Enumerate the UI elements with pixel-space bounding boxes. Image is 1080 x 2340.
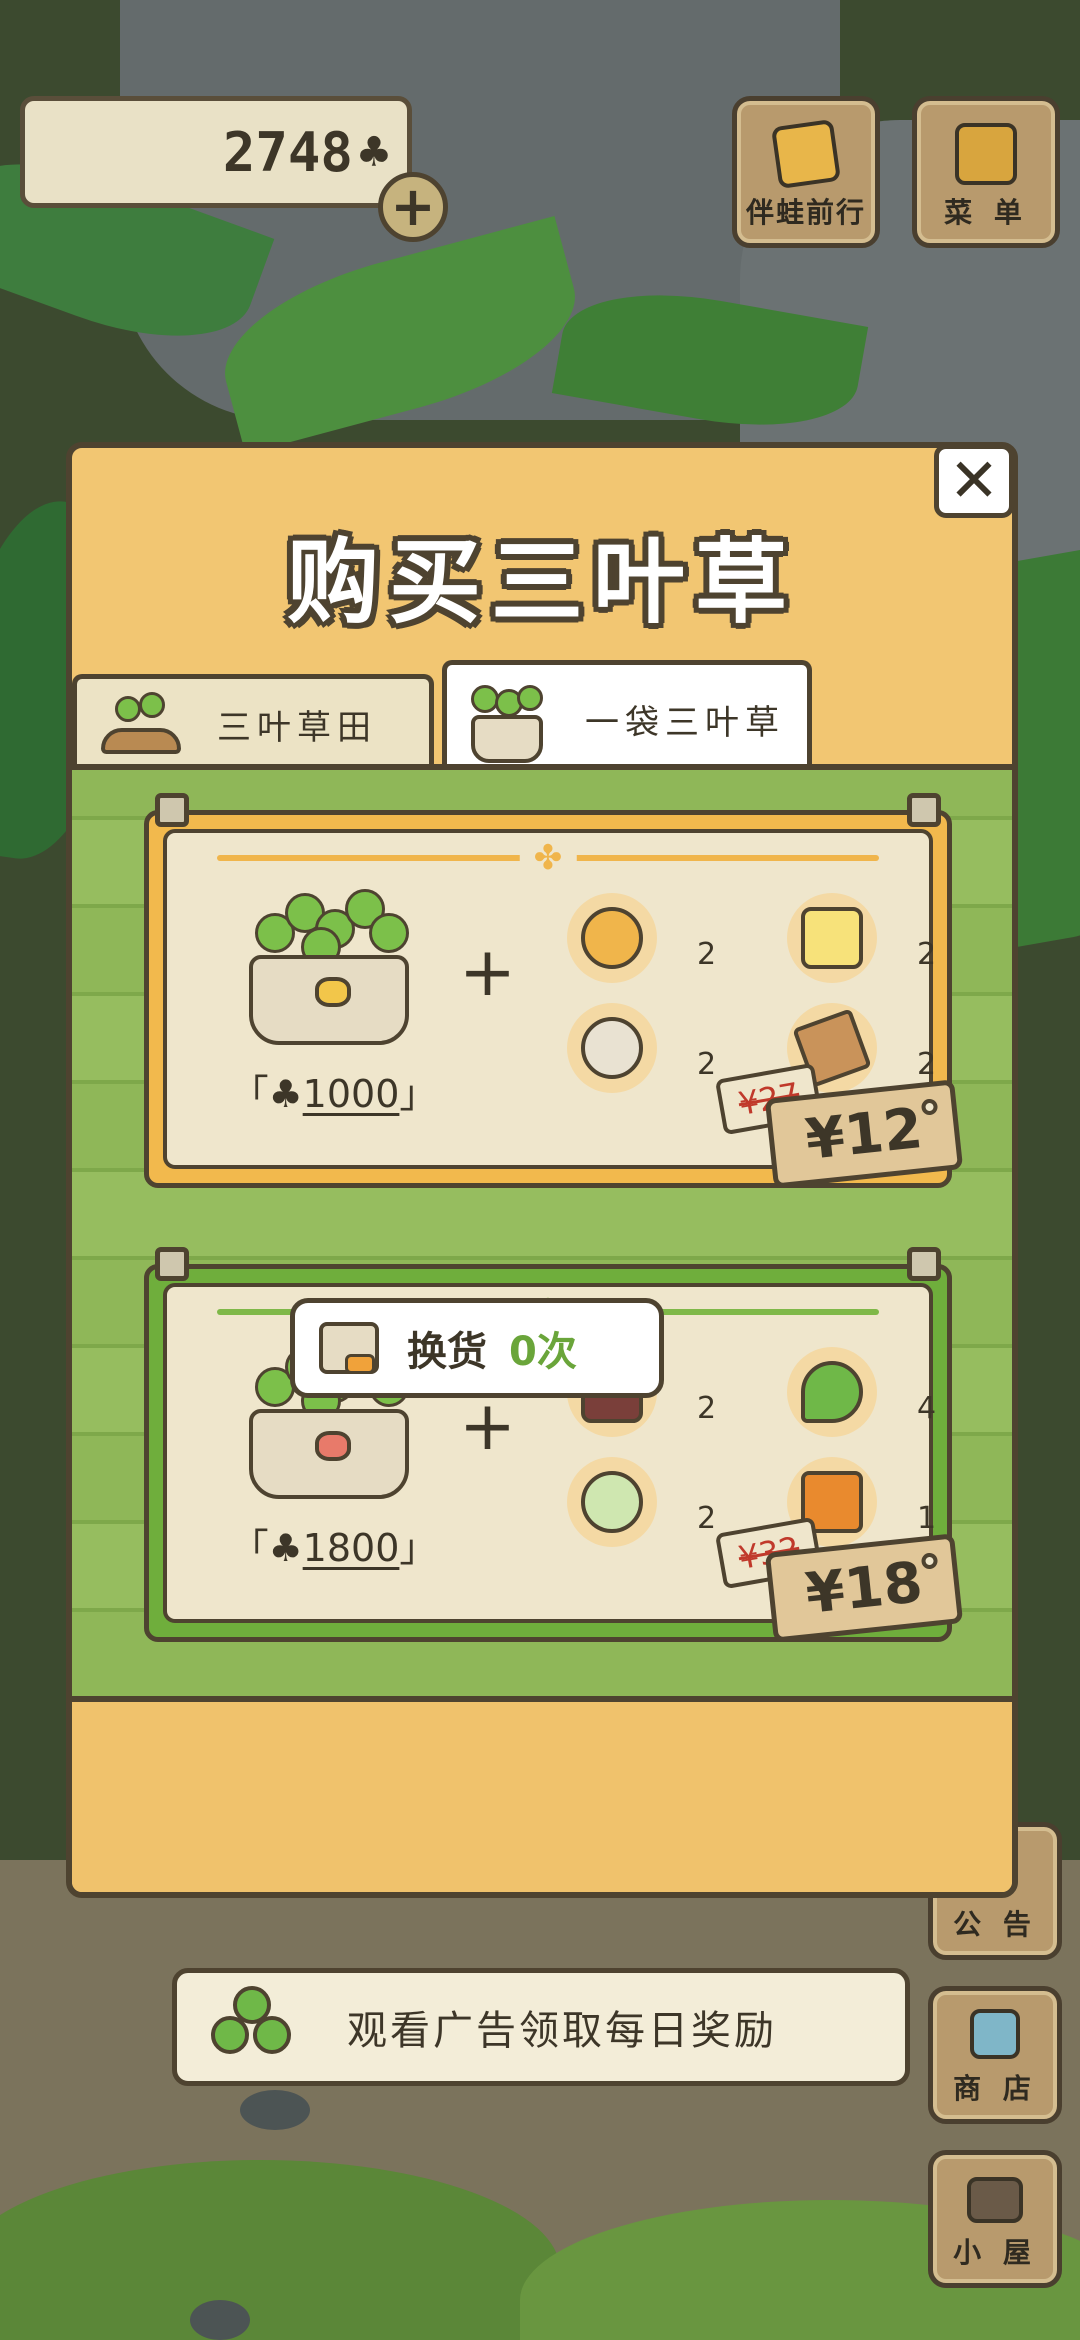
bonus-item: 1	[787, 1457, 1012, 1547]
dumplings-icon	[581, 1471, 643, 1533]
album-icon	[770, 118, 842, 190]
close-button[interactable]: ✕	[934, 444, 1014, 518]
bonus-item: 2	[567, 893, 797, 983]
clover-balance: 2748 ♣	[20, 96, 412, 208]
item-count: 2	[917, 937, 937, 972]
tag-hole-icon	[920, 1098, 939, 1116]
clover-icon	[207, 1982, 297, 2072]
clover-bag-image	[245, 883, 415, 1045]
nail-icon	[907, 1247, 941, 1281]
price-value: ¥18	[802, 1549, 926, 1627]
clover-balance-value: 2748	[222, 120, 353, 184]
tab-clover-field-label: 三叶草田	[217, 708, 377, 748]
bonus-item: 2	[787, 1003, 1012, 1093]
clover-bag-icon	[465, 684, 555, 763]
dialog-title: 购买三叶草	[286, 529, 797, 636]
item-count: 4	[917, 1391, 937, 1426]
clover-deco-icon: ✤	[519, 841, 577, 875]
plus-icon: +	[390, 175, 436, 238]
tab-clover-field[interactable]: 三叶草田	[72, 674, 434, 770]
exchange-count: 0次	[509, 1329, 577, 1375]
tab-clover-bag[interactable]: 一袋三叶草	[442, 660, 812, 774]
house-icon	[967, 2177, 1023, 2223]
dialog-footer	[72, 1696, 1012, 1892]
shop-button[interactable]: 商 店	[928, 1986, 1062, 2124]
exchange-bag-icon	[315, 1316, 389, 1380]
tag-hole-icon	[920, 1552, 939, 1570]
add-clover-button[interactable]: +	[378, 172, 448, 242]
item-count: 2	[697, 1501, 717, 1536]
shop-bag-icon	[970, 2009, 1020, 2059]
price-tag-button[interactable]: ¥18	[764, 1533, 964, 1643]
watch-ad-label: 观看广告领取每日奖励	[347, 2008, 777, 2054]
bundle-clover-amount: 「♣1800」	[230, 1526, 438, 1570]
price-value: ¥12	[802, 1095, 926, 1173]
item-count: 1	[917, 1501, 937, 1536]
house-button[interactable]: 小 屋	[928, 2150, 1062, 2288]
close-icon: ✕	[948, 446, 1000, 516]
offer-board: ✤ 「♣1000」 + 2 2 2 2 ¥12 「♣1800」 + 2 4 2 …	[72, 764, 1012, 1696]
clover-icon: ♣	[358, 123, 389, 181]
menu-cards-icon	[955, 123, 1017, 185]
tab-bar: 三叶草田 一袋三叶草	[72, 660, 1012, 774]
nail-icon	[155, 1247, 189, 1281]
notice-label: 公 告	[953, 1908, 1037, 1941]
exchange-label: 换货	[407, 1329, 487, 1375]
four-leaf-clover-icon	[801, 1361, 863, 1423]
item-count: 2	[697, 1391, 717, 1426]
bonus-item: 2	[787, 893, 1012, 983]
bonus-item: 4	[787, 1347, 1012, 1437]
bow-icon	[315, 1431, 351, 1461]
bow-icon	[315, 977, 351, 1007]
bundle-clover-amount: 「♣1000」	[230, 1072, 438, 1116]
travel-album-button[interactable]: 伴蛙前行	[732, 96, 880, 248]
shop-label: 商 店	[953, 2072, 1037, 2105]
pie-icon	[581, 907, 643, 969]
watch-ad-reward-button[interactable]: 观看广告领取每日奖励	[172, 1968, 910, 2086]
plus-icon: +	[459, 1387, 516, 1466]
canned-beans-icon	[801, 907, 863, 969]
item-count: 2	[697, 1047, 717, 1082]
menu-button[interactable]: 菜 单	[912, 96, 1060, 248]
item-count: 2	[697, 937, 717, 972]
exchange-button[interactable]: 换货 0次	[290, 1298, 664, 1398]
travel-album-label: 伴蛙前行	[745, 196, 866, 229]
house-label: 小 屋	[953, 2236, 1037, 2269]
price-tag-button[interactable]: ¥12	[764, 1079, 964, 1189]
nail-icon	[907, 793, 941, 827]
buy-clover-dialog: 购买三叶草 三叶草田 一袋三叶草 ✤ 「♣1000」 + 2 2 2 2 ¥12…	[66, 442, 1018, 1898]
tab-clover-bag-label: 一袋三叶草	[585, 703, 785, 743]
offer-card[interactable]: ✤ 「♣1000」 + 2 2 2 2 ¥12	[144, 793, 964, 1189]
plus-icon: +	[459, 933, 516, 1012]
item-count: 2	[917, 1047, 937, 1082]
nail-icon	[155, 793, 189, 827]
menu-label: 菜 单	[944, 196, 1028, 229]
clover-field-icon	[97, 690, 187, 760]
fruit-salad-icon	[581, 1017, 643, 1079]
